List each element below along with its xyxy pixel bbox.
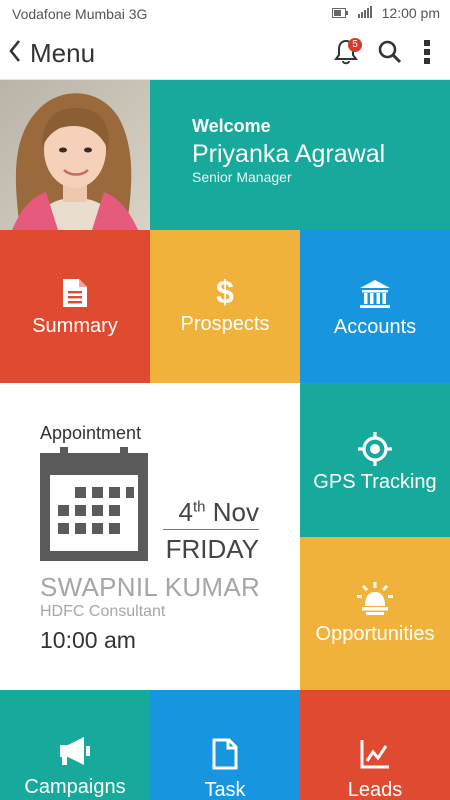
appointment-person: SWAPNIL KUMAR [40,572,261,602]
document-icon [0,277,150,314]
appointment-card[interactable]: Appointment 4th Nov FRIDAY SWAPNIL KUMAR… [0,383,300,690]
notifications-button[interactable]: 5 [324,36,368,72]
page-title: Menu [30,37,96,68]
task-label: Task [204,779,246,800]
campaigns-label: Campaigns [24,776,126,798]
gps-target-icon [300,431,450,472]
date-month: Nov [212,497,259,527]
task-tile[interactable]: Task [150,690,300,800]
battery-icon [331,5,348,21]
calendar-icon [40,447,148,566]
clock-time: 12:00 pm [381,5,440,21]
profile-photo[interactable] [0,80,150,230]
search-button[interactable] [368,36,412,72]
opportunities-label: Opportunities [315,623,435,645]
user-role: Senior Manager [192,169,292,185]
notification-badge: 5 [348,38,362,52]
more-vertical-icon [423,39,431,70]
more-options-button[interactable] [412,36,442,72]
app-bar-actions: 5 [324,36,442,72]
search-icon [377,39,403,70]
dollar-icon: $ [216,274,234,310]
accounts-label: Accounts [333,316,417,338]
prospects-tile[interactable]: $ Prospects [150,230,300,383]
leads-tile[interactable]: Leads [300,690,450,800]
appointment-date: 4th Nov [163,497,259,530]
appointment-person-role: HDFC Consultant [40,603,166,620]
accounts-tile[interactable]: Accounts [300,230,450,383]
appointment-weekday: FRIDAY [165,534,259,564]
carrier-name: Vodafone Mumbai 3G [12,6,148,22]
status-bar: Vodafone Mumbai 3G 12:00 pm [0,0,450,28]
opportunities-tile[interactable]: Opportunities [300,537,450,690]
file-icon [150,738,300,775]
prospects-label: Prospects [180,313,270,335]
date-day: 4 [178,497,193,527]
gps-tracking-tile[interactable]: GPS Tracking [300,383,450,537]
megaphone-icon [0,736,150,771]
gps-tracking-label: GPS Tracking [313,471,437,493]
bell-alert-icon [300,582,450,621]
user-name: Priyanka Agrawal [192,140,386,168]
bank-icon [300,278,450,315]
app-bar: Menu 5 [0,28,450,80]
summary-tile[interactable]: Summary [0,230,150,383]
chevron-left-icon [8,39,22,68]
status-indicators: 12:00 pm [331,5,440,21]
date-suffix: th [193,498,206,516]
appointment-heading: Appointment [40,423,142,443]
signal-icon [357,5,372,21]
welcome-label: Welcome [192,116,271,136]
back-button[interactable]: Menu [8,36,95,70]
welcome-panel: Welcome Priyanka Agrawal Senior Manager [150,80,450,230]
campaigns-tile[interactable]: Campaigns [0,690,150,800]
leads-label: Leads [347,779,403,800]
summary-label: Summary [32,315,118,337]
chart-icon [300,738,450,775]
appointment-time: 10:00 am [40,627,136,653]
